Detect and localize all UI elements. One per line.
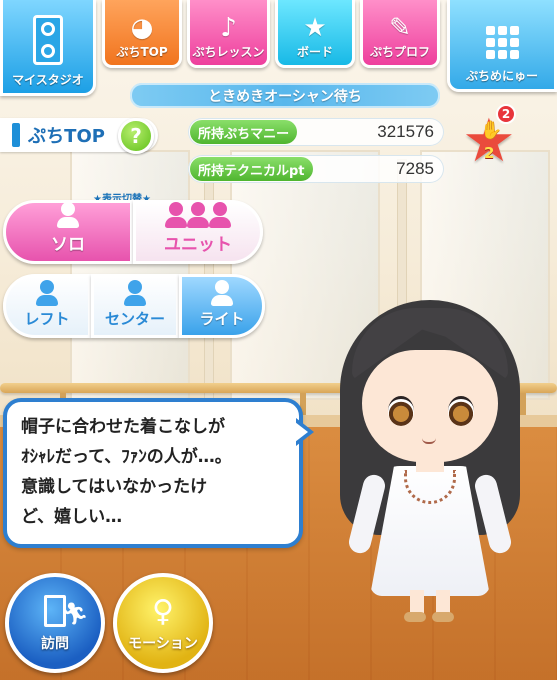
speech-line: 帽子に合わせた着こなしが [21, 417, 225, 437]
nav-petit-menu-label: ぷちめにゅー [465, 69, 539, 83]
visit-label: 訪問 [41, 636, 69, 652]
position-left-button[interactable]: レフト [3, 274, 91, 338]
question-mark-icon: ? [130, 124, 142, 148]
character-eye [388, 396, 414, 426]
petit-money-label: 所持ぷちマニー [190, 120, 298, 144]
speech-line: ｵｼｬﾚだって、ﾌｧﾝの人が…。 [21, 447, 232, 467]
nav-my-studio-button[interactable]: マイスタジオ [0, 0, 96, 96]
grid-icon [485, 26, 519, 59]
motion-label: モーション [128, 636, 198, 652]
nav-board-label: ボード [296, 45, 333, 59]
thumbs-up-icon: ✋ [480, 120, 503, 141]
motion-button[interactable]: ♀ モーション [113, 573, 213, 673]
character-eye [448, 396, 474, 426]
help-button[interactable]: ? [118, 118, 154, 154]
position-center-label: センター [104, 310, 165, 328]
status-banner-text: ときめきオーシャン待ち [208, 88, 362, 105]
status-banner: ときめきオーシャン待ち [130, 83, 440, 108]
display-switch-panel: ソロ ユニット レフト センター ライト [3, 200, 265, 340]
mode-solo-button[interactable]: ソロ [3, 200, 133, 264]
character-shoe [432, 612, 454, 622]
like-count: 2 [484, 144, 495, 162]
speech-bubble: 帽子に合わせた着こなしが ｵｼｬﾚだって、ﾌｧﾝの人が…。 意識してはいなかった… [3, 398, 303, 548]
mode-unit-label: ユニット [164, 235, 232, 255]
nav-petit-lesson-button[interactable]: ♪ ぷちレッスン [187, 0, 270, 68]
technical-pt-value: 7285 [396, 159, 434, 178]
position-right-button[interactable]: ライト [179, 274, 265, 338]
character-shoe [404, 612, 426, 622]
nav-petit-menu-button[interactable]: ぷちめにゅー [447, 0, 557, 92]
mode-solo-label: ソロ [51, 235, 85, 255]
position-right-label: ライト [199, 310, 245, 328]
person-icon [211, 280, 233, 306]
nav-petit-profile-button[interactable]: ✎ ぷちプロフ [360, 0, 440, 68]
dancer-icon: ♀ [152, 594, 174, 629]
star-icon: ★ [303, 13, 327, 43]
bird-icon: ◕ [130, 13, 154, 43]
top-navigation: マイスタジオ ◕ ぷちTOP ♪ ぷちレッスン ★ ボード ✎ ぷちプロフ ぷち… [0, 0, 557, 96]
nav-petit-profile-label: ぷちプロフ [369, 45, 431, 59]
notepad-icon: ✎ [389, 13, 411, 43]
position-center-button[interactable]: センター [91, 274, 179, 338]
speech-line: 意識してはいなかったけ [21, 477, 208, 497]
visit-button[interactable]: 🏃︎ 訪問 [5, 573, 105, 673]
technical-pt-label: 所持テクニカルpt [190, 157, 313, 181]
petit-money-value: 321576 [377, 122, 434, 141]
speaker-icon [33, 15, 63, 65]
speech-line: ど、嬉しい… [21, 507, 123, 527]
nav-petit-top-button[interactable]: ◕ ぷちTOP [102, 0, 182, 68]
nav-petit-lesson-label: ぷちレッスン [192, 45, 265, 59]
page-title: ぷちTOP [28, 126, 105, 147]
nav-petit-top-label: ぷちTOP [116, 45, 168, 59]
character-face [362, 350, 498, 462]
door-runner-icon: 🏃︎ [44, 595, 89, 627]
position-left-label: レフト [24, 310, 70, 328]
title-accent-bar [12, 123, 20, 147]
person-icon [36, 280, 58, 306]
petit-money-row: 所持ぷちマニー 321576 [188, 118, 444, 146]
person-icon [124, 280, 146, 306]
nav-my-studio-label: マイスタジオ [12, 73, 84, 87]
nav-board-button[interactable]: ★ ボード [275, 0, 355, 68]
petit-idol-character[interactable] [330, 298, 530, 628]
group-icon [165, 202, 231, 230]
mode-unit-button[interactable]: ユニット [133, 200, 263, 264]
music-note-icon: ♪ [220, 13, 237, 43]
notification-badge: 2 [496, 104, 516, 124]
speech-bubble-tail-inner [295, 422, 308, 442]
technical-pt-row: 所持テクニカルpt 7285 [188, 155, 444, 183]
person-icon [57, 202, 79, 228]
